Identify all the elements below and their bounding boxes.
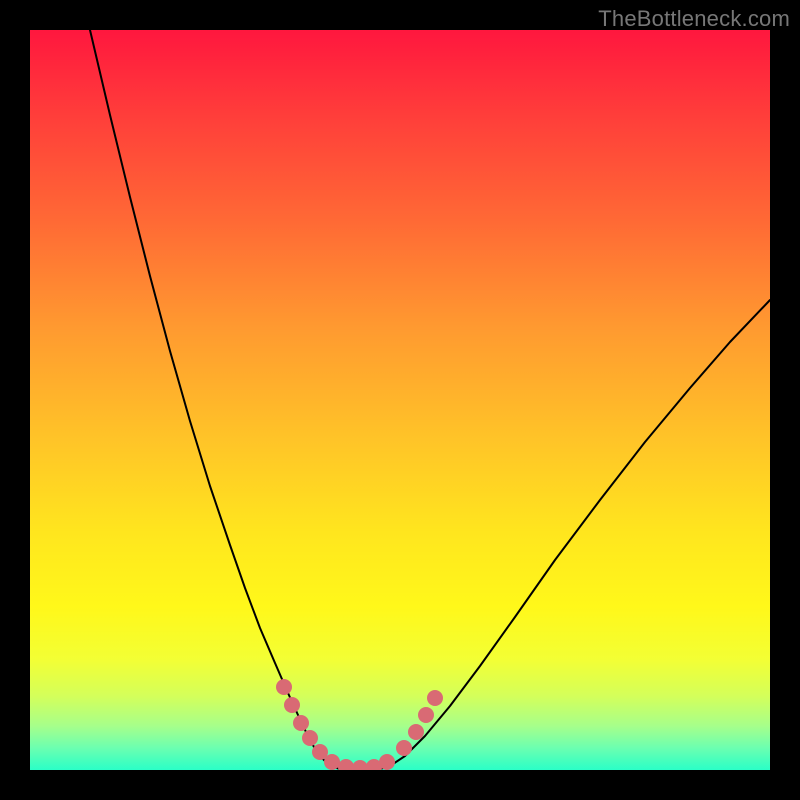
highlight-dot bbox=[427, 690, 443, 706]
bottleneck-curve bbox=[90, 30, 770, 770]
highlight-dot bbox=[324, 754, 340, 770]
chart-svg bbox=[30, 30, 770, 770]
highlight-dot bbox=[408, 724, 424, 740]
highlight-dot bbox=[352, 760, 368, 770]
highlight-dot bbox=[293, 715, 309, 731]
highlight-dot bbox=[276, 679, 292, 695]
highlight-dot bbox=[418, 707, 434, 723]
highlight-dot bbox=[338, 759, 354, 770]
watermark-text: TheBottleneck.com bbox=[598, 6, 790, 32]
highlight-dot bbox=[396, 740, 412, 756]
highlight-dot bbox=[284, 697, 300, 713]
highlight-dot bbox=[379, 754, 395, 770]
chart-plot-area bbox=[30, 30, 770, 770]
highlight-dot bbox=[302, 730, 318, 746]
highlight-marker-group bbox=[276, 679, 443, 770]
